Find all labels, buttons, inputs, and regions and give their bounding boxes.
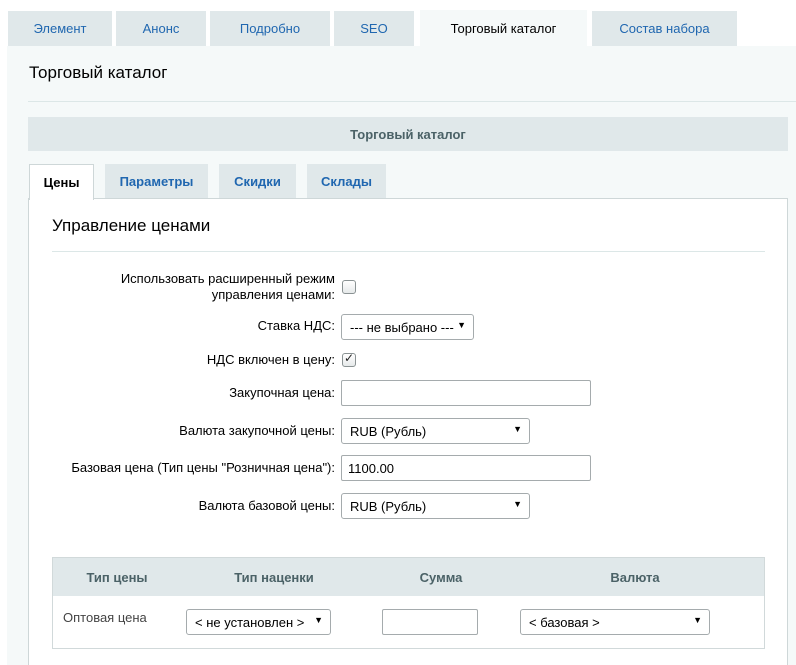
markup-type-select[interactable]: < не установлен > ▼ [186,609,331,635]
subtab-prices[interactable]: Цены [29,164,94,200]
tab-announce[interactable]: Анонс [116,11,206,46]
vat-included-checkbox[interactable]: ✓ [342,351,356,367]
purchase-price-label: Закупочная цена: [229,385,335,400]
chevron-down-icon: ▼ [513,424,522,434]
column-header: Тип наценки [234,569,314,585]
tab-element[interactable]: Элемент [8,11,112,46]
divider [28,101,796,102]
price-types-table: Тип цены Тип наценки Сумма Валюта Оптова… [52,557,765,649]
price-type-name: Оптовая цена [63,610,147,625]
vat-included-label: НДС включен в цену: [206,352,335,367]
section-header: Торговый каталог [28,117,788,151]
subtab-discounts[interactable]: Скидки [219,164,296,199]
chevron-down-icon: ▼ [513,499,522,509]
panel-title: Торговый каталог [29,63,168,82]
advanced-mode-checkbox[interactable] [342,280,356,294]
column-header: Валюта [610,569,660,585]
divider [52,251,765,252]
base-currency-label: Валюта базовой цены: [198,498,335,513]
prices-content: Управление ценами Использовать расширенн… [28,198,788,665]
purchase-price-input[interactable] [341,380,591,406]
row-currency-select[interactable]: < базовая > ▼ [520,609,710,635]
base-price-input[interactable]: 1100.00 [341,455,591,481]
chevron-down-icon: ▼ [457,320,466,330]
column-header: Тип цены [86,569,148,585]
advanced-mode-label: Использовать расширенный режим управлени… [120,271,335,302]
tab-trade-catalog[interactable]: Торговый каталог [420,10,587,46]
check-icon: ✓ [344,351,355,365]
amount-input[interactable] [382,609,478,635]
subtab-warehouses[interactable]: Склады [307,164,386,199]
top-tab-bar: Элемент Анонс Подробно SEO Торговый ката… [0,0,796,46]
tab-seo[interactable]: SEO [334,11,414,46]
chevron-down-icon: ▼ [314,615,323,625]
base-currency-select[interactable]: RUB (Рубль) ▼ [341,493,530,519]
purchase-currency-label: Валюта закупочной цены: [179,423,335,438]
purchase-currency-select[interactable]: RUB (Рубль) ▼ [341,418,530,444]
tab-bundle[interactable]: Состав набора [592,11,737,46]
table-header: Тип цены Тип наценки Сумма Валюта [53,558,764,596]
vat-rate-label: Ставка НДС: [257,318,335,333]
subtab-parameters[interactable]: Параметры [105,164,208,199]
trade-catalog-panel: Торговый каталог Торговый каталог Цены П… [7,46,796,665]
prices-title: Управление ценами [52,216,211,235]
column-header: Сумма [419,569,463,585]
vat-rate-select[interactable]: --- не выбрано --- ▼ [341,314,474,340]
chevron-down-icon: ▼ [693,615,702,625]
base-price-label: Базовая цена (Тип цены "Розничная цена")… [71,460,335,475]
tab-details[interactable]: Подробно [210,11,330,46]
